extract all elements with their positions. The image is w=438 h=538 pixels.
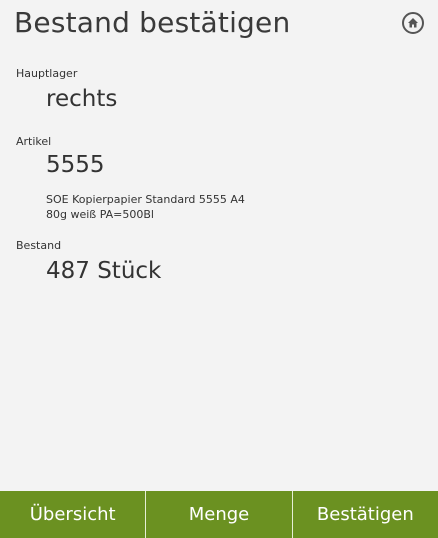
confirm-button[interactable]: Bestätigen	[291, 491, 438, 538]
article-description-line-2: 80g weiß PA=500Bl	[46, 208, 154, 221]
article-number: 5555	[46, 152, 105, 178]
page-title: Bestand bestätigen	[14, 6, 291, 39]
home-icon	[408, 18, 418, 28]
bottom-action-bar: Übersicht Menge Bestätigen	[0, 491, 438, 538]
warehouse-value: rechts	[46, 86, 118, 112]
overview-button[interactable]: Übersicht	[0, 491, 145, 538]
article-label: Artikel	[16, 135, 52, 148]
article-description-line-1: SOE Kopierpapier Standard 5555 A4	[46, 193, 245, 206]
warehouse-label: Hauptlager	[16, 67, 78, 80]
stock-label: Bestand	[16, 239, 62, 252]
quantity-button[interactable]: Menge	[145, 491, 291, 538]
home-button[interactable]	[402, 12, 424, 34]
stock-value: 487 Stück	[46, 258, 162, 284]
